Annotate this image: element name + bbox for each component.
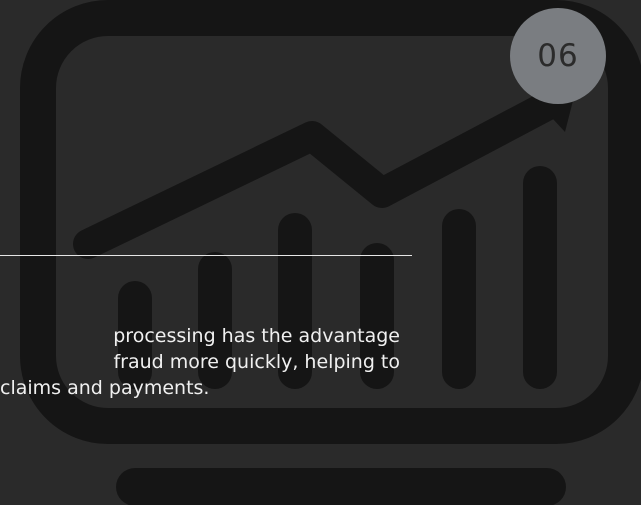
- step-number: 06: [537, 38, 579, 74]
- body-text: processing has the advantage fraud more …: [0, 323, 400, 401]
- trend-line-icon: [73, 88, 567, 259]
- slide-panel: 06 processing has the advantage fraud mo…: [0, 0, 641, 505]
- section-divider: [0, 255, 412, 256]
- body-text-line: claims and payments.: [0, 377, 210, 399]
- monitor-stand-icon: [116, 468, 566, 505]
- body-text-line: processing has the advantage: [113, 325, 400, 347]
- body-text-line: fraud more quickly, helping to: [113, 351, 400, 373]
- step-number-badge: 06: [510, 8, 606, 104]
